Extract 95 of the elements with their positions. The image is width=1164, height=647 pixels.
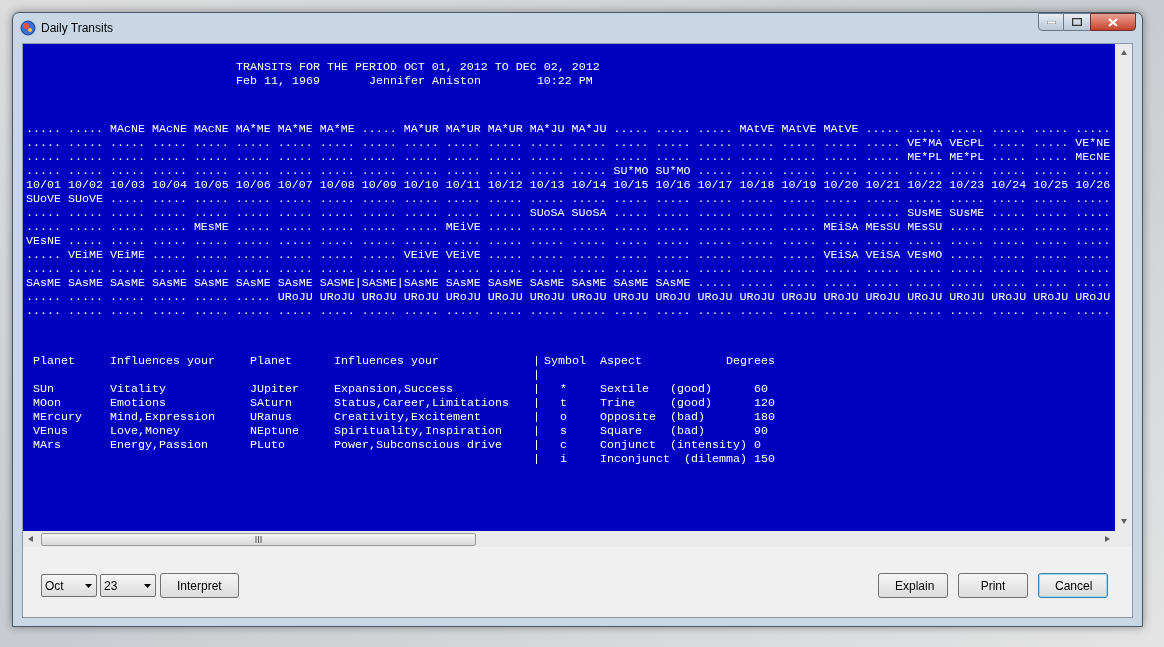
divider-mark: | bbox=[533, 382, 540, 396]
degrees-value: 120 bbox=[754, 396, 775, 410]
aspect-text: Sextile (good) bbox=[600, 382, 712, 396]
degrees-value: 60 bbox=[754, 382, 768, 396]
maximize-icon bbox=[1072, 18, 1082, 26]
planet-name: MOon bbox=[33, 396, 61, 410]
divider-mark: | bbox=[533, 354, 540, 368]
transit-row-text: 10/01 10/02 10/03 10/04 10/05 10/06 10/07 10/08 10/09 10/10 10/11 10/12 10/13 10/14 10/15 10/16 10/17 10/18 10/19 10/20 10/21 10/22 10/23 10/24 10/25 10/26 bbox=[26, 178, 1112, 192]
influence-text: Emotions bbox=[110, 396, 166, 410]
divider-mark: | bbox=[533, 438, 540, 452]
close-icon bbox=[1108, 17, 1118, 27]
transit-row-text: ..... ..... ..... ..... ..... ..... ..... ..... ..... ..... ..... ..... ..... ..... ..... ..... ..... ..... ..... ..... ..... ..... ..... ..... ..... ..... bbox=[26, 304, 1112, 318]
degrees-value: 150 bbox=[754, 452, 775, 466]
divider-mark: | bbox=[533, 452, 540, 466]
aspect-text: Aspect bbox=[600, 354, 642, 368]
aspect-text: Inconjunct (dilemma) bbox=[600, 452, 747, 466]
window-title: Daily Transits bbox=[41, 20, 114, 37]
aspect-text: Square (bad) bbox=[600, 424, 705, 438]
transit-row-text: ..... ..... ..... ..... ..... ..... ..... ..... ..... ..... ..... ..... ..... ..... SU*MO SU*MO ..... ..... ..... ..... ..... ..... ..... ..... ..... ..... bbox=[26, 164, 1112, 178]
birth-time: 10:22 PM bbox=[536, 74, 593, 88]
person-name: Jennifer Aniston bbox=[368, 74, 481, 88]
aspect-text: Opposite (bad) bbox=[600, 410, 705, 424]
vertical-scrollbar[interactable] bbox=[1115, 44, 1132, 531]
influence-text: Mind,Expression bbox=[110, 410, 215, 424]
transit-row-text: ..... ..... ..... ..... ..... ..... ..... ..... ..... ..... ..... ..... ..... ..... ..... ..... ..... ..... ..... ..... ..... VE*MA VEcPL ..... ..... VE*NE bbox=[26, 136, 1112, 150]
caret-icon bbox=[85, 583, 92, 588]
divider-mark: | bbox=[533, 368, 540, 382]
influence-text: Vitality bbox=[110, 382, 166, 396]
grip-icon bbox=[255, 535, 262, 543]
influence-text: Love,Money bbox=[110, 424, 180, 438]
aspect-text: Trine (good) bbox=[600, 396, 712, 410]
planet-name: MErcury bbox=[33, 410, 82, 424]
divider-mark: | bbox=[533, 410, 540, 424]
influence-text: Power,Subconscious drive bbox=[334, 438, 502, 452]
transit-row-text: ..... ..... ..... ..... ..... ..... URoJU URoJU URoJU URoJU URoJU URoJU URoJU URoJU URoJU URoJU URoJU URoJU URoJU URoJU URoJU URoJU URoJU URoJU URoJU URoJU bbox=[26, 290, 1112, 304]
influence-text: Spirituality,Inspiration bbox=[334, 424, 502, 438]
influence-text: Energy,Passion bbox=[110, 438, 208, 452]
planet-name: SAturn bbox=[250, 396, 292, 410]
birth-date: Feb 11, 1969 bbox=[236, 74, 320, 88]
degrees-value: 90 bbox=[754, 424, 768, 438]
minimize-icon bbox=[1046, 20, 1056, 24]
divider-mark: | bbox=[533, 424, 540, 438]
planet-name: JUpiter bbox=[250, 382, 299, 396]
planet-name: SUn bbox=[33, 382, 54, 396]
dialog-button[interactable]: Explain bbox=[878, 573, 948, 598]
influence-text: Expansion,Success bbox=[334, 382, 453, 396]
degrees-value: Degrees bbox=[726, 354, 775, 368]
dialog-button[interactable]: Print bbox=[958, 573, 1028, 598]
planet-name: MArs bbox=[33, 438, 61, 452]
transit-row-text: SUoVE SUoVE ..... ..... ..... ..... ..... ..... ..... ..... ..... ..... ..... ..... ..... ..... ..... ..... ..... ..... ..... ..... ..... ..... ..... ..... bbox=[26, 192, 1112, 206]
influence-text: Influences your bbox=[110, 354, 215, 368]
degrees-value: 0 bbox=[754, 438, 761, 452]
transit-row-text: ..... ..... ..... ..... ..... ..... ..... ..... ..... ..... ..... ..... ..... ..... ..... ..... ..... ..... ..... ..... ..... ..... ..... ..... ..... ..... bbox=[26, 262, 1112, 276]
month-select[interactable]: Oct bbox=[41, 574, 97, 597]
close-button[interactable] bbox=[1090, 13, 1136, 31]
aspect-symbol: s bbox=[560, 424, 567, 438]
divider-mark: | bbox=[533, 396, 540, 410]
transit-row-text: VEsNE ..... ..... ..... ..... ..... ..... ..... ..... ..... ..... ..... ..... ..... ..... ..... ..... ..... ..... ..... ..... ..... ..... ..... ..... ..... bbox=[26, 234, 1112, 248]
aspect-symbol: Symbol bbox=[544, 354, 586, 368]
transit-row-text: ..... ..... ..... ..... ..... ..... ..... ..... ..... ..... ..... ..... SUoSA SUoSA ..... ..... ..... ..... ..... ..... ..... SUsME SUsME ..... ..... ..... bbox=[26, 206, 1112, 220]
minimize-button[interactable] bbox=[1038, 13, 1064, 31]
scrollbar-thumb[interactable] bbox=[41, 532, 476, 546]
planet-name: Planet bbox=[250, 354, 292, 368]
planet-name: NEptune bbox=[250, 424, 299, 438]
transit-row-text: ..... ..... MAcNE MAcNE MAcNE MA*ME MA*ME MA*ME ..... MA*UR MA*UR MA*UR MA*JU MA*JU ..... ..... ..... MAtVE MAtVE MAtVE ..... ..... ..... ..... ..... ..... bbox=[26, 122, 1112, 136]
report-title: TRANSITS FOR THE PERIOD OCT 01, 2012 TO DEC 02, 2012 bbox=[236, 60, 601, 74]
globe-icon bbox=[20, 20, 36, 36]
planet-name: PLuto bbox=[250, 438, 285, 452]
caret-icon bbox=[144, 583, 151, 588]
degrees-value: 180 bbox=[754, 410, 775, 424]
transit-row-text: ..... ..... ..... ..... MEsME ..... ..... ..... ..... ..... MEiVE ..... ..... ..... ..... ..... ..... ..... ..... MEiSA MEsSU MEsSU ..... ..... ..... ..... bbox=[26, 220, 1112, 234]
planet-name: VEnus bbox=[33, 424, 68, 438]
scroll-up-icon bbox=[1119, 49, 1128, 57]
scroll-down-icon bbox=[1119, 518, 1128, 526]
transit-row-text: ..... ..... ..... ..... ..... ..... ..... ..... ..... ..... ..... ..... ..... ..... ..... ..... ..... ..... ..... ..... ..... ME*PL ME*PL ..... ..... MEcNE bbox=[26, 150, 1112, 164]
aspect-symbol: t bbox=[560, 396, 567, 410]
planet-name: Planet bbox=[33, 354, 75, 368]
planet-name: URanus bbox=[250, 410, 292, 424]
day-select[interactable]: 23 bbox=[100, 574, 156, 597]
horizontal-scrollbar[interactable] bbox=[23, 531, 1115, 547]
scroll-left-icon bbox=[27, 535, 35, 543]
influence-text: Status,Career,Limitations bbox=[334, 396, 509, 410]
aspect-text: Conjunct (intensity) bbox=[600, 438, 747, 452]
maximize-button[interactable] bbox=[1064, 13, 1090, 31]
aspect-symbol: i bbox=[560, 452, 567, 466]
dialog-button[interactable]: Cancel bbox=[1038, 573, 1108, 598]
influence-text: Creativity,Excitement bbox=[334, 410, 481, 424]
dialog-button[interactable]: Interpret bbox=[160, 573, 239, 598]
transit-row-text: SAsME SAsME SAsME SAsME SAsME SAsME SAsME SASME|SASME|SAsME SAsME SAsME SAsME SAsME SAsME SAsME ..... ..... ..... ..... ..... ..... ..... ..... ..... ..... bbox=[26, 276, 1112, 290]
aspect-symbol: c bbox=[560, 438, 567, 452]
influence-text: Influences your bbox=[334, 354, 439, 368]
transit-row-text: ..... VEiME VEiME ..... ..... ..... ..... ..... ..... VEiVE VEiVE ..... ..... ..... ..... ..... ..... ..... ..... VEiSA VEiSA VEsMO ..... ..... ..... ..... bbox=[26, 248, 1112, 262]
aspect-symbol: o bbox=[560, 410, 567, 424]
scroll-right-icon bbox=[1103, 535, 1111, 543]
aspect-symbol: * bbox=[560, 382, 567, 396]
